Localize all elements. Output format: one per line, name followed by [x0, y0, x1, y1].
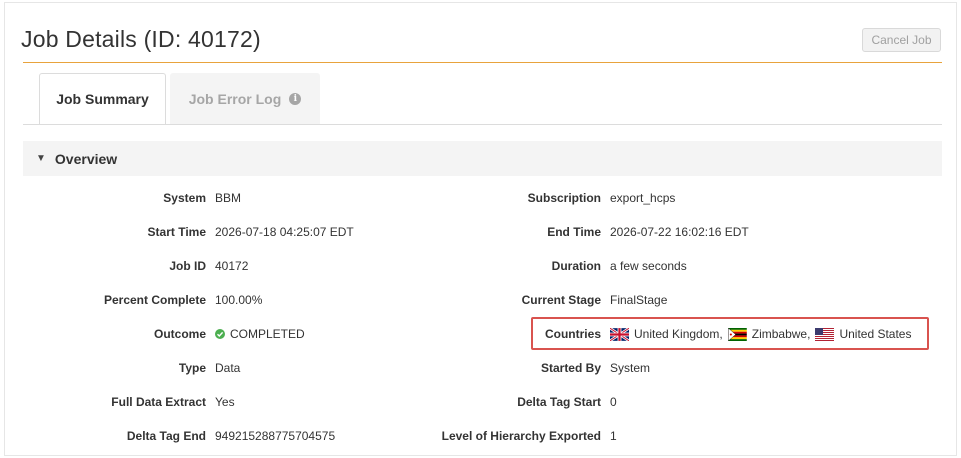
- detail-row-delta-tag-start: Delta Tag Start 0: [0, 392, 961, 412]
- subscription-value: export_hcps: [610, 191, 676, 205]
- title-divider: [23, 62, 942, 63]
- subscription-label: Subscription: [527, 191, 601, 205]
- overview-section-header[interactable]: ▼ Overview: [23, 141, 942, 176]
- cancel-job-button[interactable]: Cancel Job: [862, 28, 941, 52]
- end-time-value: 2026-07-22 16:02:16 EDT: [610, 225, 749, 239]
- detail-row-subscription: Subscription export_hcps: [0, 188, 961, 208]
- countries-highlight-box: [531, 317, 929, 350]
- detail-row-end-time: End Time 2026-07-22 16:02:16 EDT: [0, 222, 961, 242]
- detail-row-current-stage: Current Stage FinalStage: [0, 290, 961, 310]
- tab-job-summary-label: Job Summary: [56, 91, 149, 107]
- level-of-hierarchy-value: 1: [610, 429, 617, 443]
- end-time-label: End Time: [547, 225, 601, 239]
- overview-heading: Overview: [54, 150, 118, 167]
- current-stage-label: Current Stage: [521, 293, 601, 307]
- duration-value: a few seconds: [610, 259, 687, 273]
- delta-tag-start-value: 0: [610, 395, 617, 409]
- started-by-label: Started By: [540, 361, 601, 375]
- duration-label: Duration: [551, 259, 601, 273]
- delta-tag-start-label: Delta Tag Start: [517, 395, 601, 409]
- detail-row-level-of-hierarchy: Level of Hierarchy Exported 1: [0, 426, 961, 446]
- started-by-value: System: [610, 361, 651, 375]
- tab-job-error-log-label: Job Error Log: [188, 91, 282, 107]
- info-icon[interactable]: i: [289, 93, 302, 105]
- current-stage-value: FinalStage: [610, 293, 668, 307]
- tab-job-error-log[interactable]: Job Error Log i: [170, 73, 320, 125]
- level-of-hierarchy-label: Level of Hierarchy Exported: [441, 429, 601, 443]
- tabs-divider: [23, 124, 942, 125]
- tab-job-summary[interactable]: Job Summary: [39, 73, 166, 125]
- caret-down-icon[interactable]: ▼: [36, 153, 46, 164]
- detail-row-started-by: Started By System: [0, 358, 961, 378]
- detail-row-duration: Duration a few seconds: [0, 256, 961, 276]
- page-title: Job Details (ID: 40172): [21, 26, 261, 52]
